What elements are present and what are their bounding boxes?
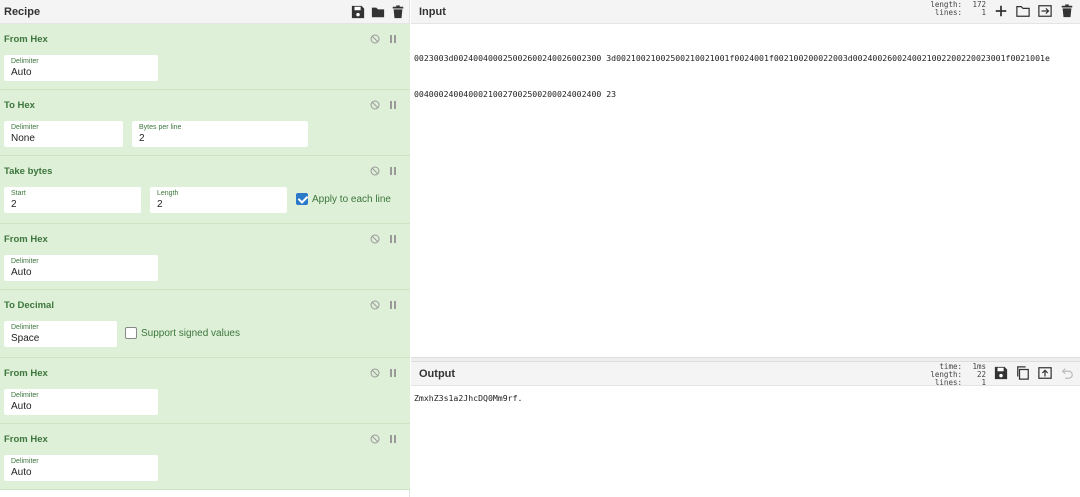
trash-icon[interactable] — [391, 4, 405, 19]
disable-icon[interactable] — [370, 434, 380, 444]
start-field[interactable]: Start 2 — [4, 187, 141, 213]
output-header: Output time: 1ms length: 22 lines: 1 — [411, 362, 1080, 387]
stat-label: lines: — [934, 378, 962, 387]
field-value: 2 — [11, 199, 17, 210]
disable-icon[interactable] — [370, 300, 380, 310]
op-title: From Hex — [4, 234, 48, 245]
disable-icon[interactable] — [370, 368, 380, 378]
delimiter-field[interactable]: Delimiter Auto — [4, 55, 158, 81]
field-value: Space — [11, 333, 40, 344]
undo-icon[interactable] — [1060, 366, 1074, 380]
op-from-hex-4: From Hex Delimiter Auto — [0, 424, 410, 490]
op-title: To Decimal — [4, 300, 54, 311]
folder-icon[interactable] — [1016, 4, 1030, 18]
output-text[interactable]: ZmxhZ3s1a2JhcDQ0Mm9rf. — [414, 392, 522, 404]
replace-input-icon[interactable] — [1038, 366, 1052, 380]
folder-icon[interactable] — [371, 5, 385, 19]
bytes-per-line-field[interactable]: Bytes per line 2 — [132, 121, 308, 147]
checkbox-unchecked[interactable] — [125, 327, 137, 339]
checkbox-label: Support signed values — [141, 327, 240, 339]
op-title: From Hex — [4, 434, 48, 445]
save-icon[interactable] — [994, 366, 1008, 380]
stat-value: 1 — [981, 8, 986, 17]
pause-icon[interactable] — [388, 100, 398, 110]
input-pane: Input length: 172 lines: 1 0023003d0024004… — [411, 0, 1080, 357]
pause-icon[interactable] — [388, 234, 398, 244]
plus-icon[interactable] — [994, 4, 1008, 18]
copy-icon[interactable] — [1016, 366, 1030, 380]
field-label: Delimiter — [11, 324, 39, 331]
field-label: Delimiter — [11, 58, 39, 65]
field-value: 2 — [157, 199, 163, 210]
disable-icon[interactable] — [370, 34, 380, 44]
op-title: From Hex — [4, 368, 48, 379]
field-value: Auto — [11, 267, 32, 278]
field-value: Auto — [11, 67, 32, 78]
input-stats: length: 172 lines: 1 — [926, 1, 986, 17]
output-stats: time: 1ms length: 22 lines: 1 — [926, 363, 986, 387]
op-to-decimal: To Decimal Delimiter Space Support signe… — [0, 290, 410, 358]
delimiter-field[interactable]: Delimiter Auto — [4, 255, 158, 281]
pause-icon[interactable] — [388, 300, 398, 310]
field-label: Delimiter — [11, 258, 39, 265]
delimiter-field[interactable]: Delimiter Auto — [4, 455, 158, 481]
field-label: Start — [11, 190, 26, 197]
disable-icon[interactable] — [370, 234, 380, 244]
field-label: Length — [157, 190, 179, 197]
checkbox-label: Apply to each line — [312, 193, 391, 205]
pause-icon[interactable] — [388, 368, 398, 378]
length-field[interactable]: Length 2 — [150, 187, 287, 213]
field-value: Auto — [11, 401, 32, 412]
recipe-title: Recipe — [4, 5, 41, 18]
disable-icon[interactable] — [370, 100, 380, 110]
trash-icon[interactable] — [1060, 4, 1074, 18]
save-icon[interactable] — [351, 5, 365, 19]
disable-icon[interactable] — [370, 166, 380, 176]
pause-icon[interactable] — [388, 434, 398, 444]
output-title: Output — [419, 367, 456, 380]
input-line: 0023003d002400400025002600240026002300 3… — [414, 53, 1050, 63]
op-title: Take bytes — [4, 166, 53, 177]
op-title: From Hex — [4, 34, 48, 45]
delimiter-field[interactable]: Delimiter Auto — [4, 389, 158, 415]
checkbox-checked[interactable] — [296, 193, 308, 205]
delimiter-field[interactable]: Delimiter Space — [4, 321, 117, 347]
recipe-panel: Recipe From Hex Delimiter Auto To Hex De… — [0, 0, 410, 497]
delimiter-field[interactable]: Delimiter None — [4, 121, 123, 147]
input-text[interactable]: 0023003d002400400025002600240026002300 3… — [414, 28, 1078, 124]
input-title: Input — [419, 5, 446, 18]
op-take-bytes: Take bytes Start 2 Length 2 Apply to eac… — [0, 156, 410, 224]
field-value: None — [11, 133, 35, 144]
input-line: 00400024004000210027002500200024002400 2… — [414, 89, 617, 99]
op-title: To Hex — [4, 100, 35, 111]
op-from-hex-1: From Hex Delimiter Auto — [0, 24, 410, 90]
field-label: Bytes per line — [139, 124, 182, 131]
recipe-header: Recipe — [0, 0, 409, 24]
op-to-hex: To Hex Delimiter None Bytes per line 2 — [0, 90, 410, 156]
field-label: Delimiter — [11, 124, 39, 131]
stat-value: 1 — [981, 378, 986, 387]
field-value: Auto — [11, 467, 32, 478]
input-header: Input length: 172 lines: 1 — [411, 0, 1080, 24]
field-label: Delimiter — [11, 392, 39, 399]
op-from-hex-3: From Hex Delimiter Auto — [0, 358, 410, 424]
field-label: Delimiter — [11, 458, 39, 465]
pause-icon[interactable] — [388, 166, 398, 176]
output-pane: Output time: 1ms length: 22 lines: 1 ZmxhZ3… — [411, 362, 1080, 497]
pause-icon[interactable] — [388, 34, 398, 44]
field-value: 2 — [139, 133, 145, 144]
open-file-icon[interactable] — [1038, 4, 1052, 18]
op-from-hex-2: From Hex Delimiter Auto — [0, 224, 410, 290]
signed-values-checkbox[interactable]: Support signed values — [125, 327, 240, 339]
stat-label: lines: — [934, 8, 962, 17]
apply-each-line-checkbox[interactable]: Apply to each line — [296, 193, 391, 205]
